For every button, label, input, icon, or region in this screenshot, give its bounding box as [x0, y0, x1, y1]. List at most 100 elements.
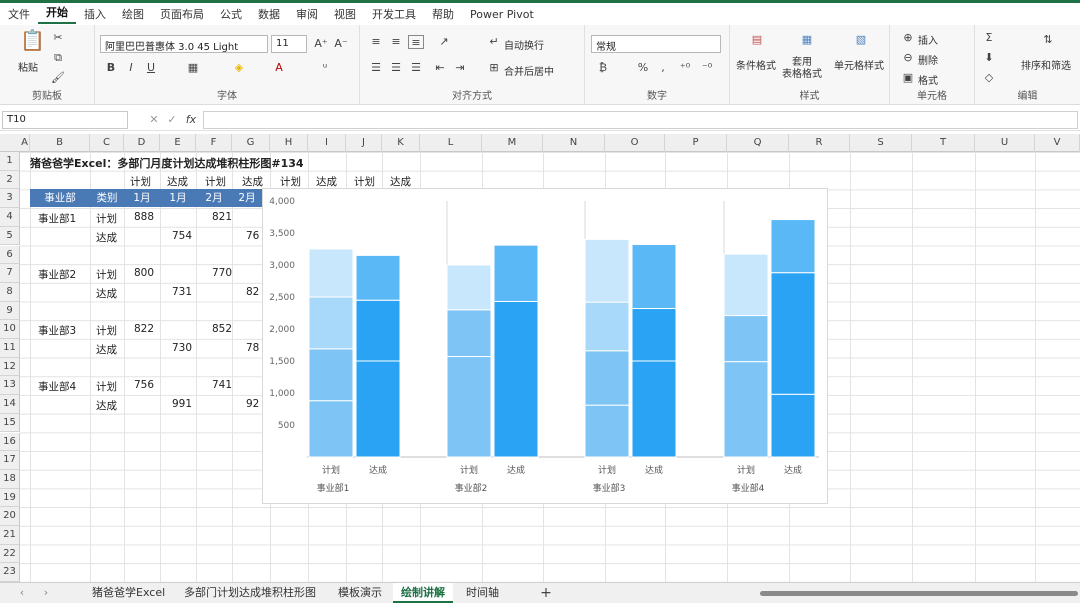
delete-cells-icon[interactable]: ⊖	[900, 51, 916, 65]
row-header[interactable]: 4	[0, 208, 20, 227]
sort-filter-button[interactable]: 排序和筛选	[1021, 57, 1071, 72]
column-header[interactable]: R	[789, 134, 850, 152]
delete-cells-button[interactable]: 删除	[918, 52, 938, 67]
decrease-font-icon[interactable]: A⁻	[333, 37, 349, 51]
horizontal-scrollbar[interactable]	[760, 591, 1078, 596]
format-cells-icon[interactable]: ▣	[900, 71, 916, 85]
row-header[interactable]: 20	[0, 507, 20, 526]
border-icon[interactable]: ▦	[185, 61, 201, 75]
italic-icon[interactable]: I	[123, 61, 139, 75]
fill-color-icon[interactable]: ◈	[231, 61, 247, 75]
merge-center-icon[interactable]: ⊞	[486, 61, 502, 75]
column-header[interactable]: H	[270, 134, 308, 152]
cell-style-icon[interactable]: ▧	[850, 33, 872, 51]
row-header[interactable]: 7	[0, 264, 20, 283]
fill-icon[interactable]: ⬇	[981, 51, 997, 65]
underline-icon[interactable]: U	[143, 61, 159, 75]
increase-decimal-icon[interactable]: ⁺⁰	[677, 61, 693, 75]
row-header[interactable]: 6	[0, 245, 20, 265]
column-header[interactable]: B	[30, 134, 90, 152]
fx-icon[interactable]: fx	[183, 113, 199, 127]
align-top-icon[interactable]: ≡	[368, 35, 384, 49]
column-header[interactable]: N	[543, 134, 605, 152]
percent-icon[interactable]: %	[635, 61, 651, 75]
row-header[interactable]: 10	[0, 320, 20, 339]
tab-prev-icon[interactable]: ‹	[14, 586, 30, 600]
copy-icon[interactable]: ⧉	[50, 51, 66, 65]
insert-cells-button[interactable]: 插入	[918, 32, 938, 47]
orientation-icon[interactable]: ↗	[436, 35, 452, 49]
column-header[interactable]: T	[912, 134, 975, 152]
column-header[interactable]: I	[308, 134, 346, 152]
column-header[interactable]: O	[605, 134, 665, 152]
column-header[interactable]: F	[196, 134, 232, 152]
column-header[interactable]: L	[420, 134, 482, 152]
table-format-icon[interactable]: ▦	[796, 33, 818, 51]
menu-item[interactable]: 插入	[76, 6, 114, 22]
menu-item[interactable]: 数据	[250, 6, 288, 22]
column-header[interactable]: K	[382, 134, 420, 152]
paste-button[interactable]: 粘贴	[18, 59, 38, 74]
autosum-icon[interactable]: Σ	[981, 31, 997, 45]
add-sheet-icon[interactable]: +	[538, 586, 554, 600]
stacked-column-chart[interactable]: 4,000 3,500 3,000 2,500 2,000 1,500 1,000 500 计划…	[262, 188, 828, 504]
row-header[interactable]: 11	[0, 339, 20, 358]
row-header[interactable]: 14	[0, 395, 20, 414]
menu-item[interactable]: 视图	[326, 6, 364, 22]
row-header[interactable]: 5	[0, 226, 20, 246]
cancel-icon[interactable]: ✕	[146, 113, 162, 127]
currency-icon[interactable]: ₿	[595, 61, 611, 75]
row-header[interactable]: 2	[0, 170, 20, 190]
column-header[interactable]: C	[90, 134, 124, 152]
name-box[interactable]: T10	[2, 111, 128, 129]
column-header[interactable]: E	[160, 134, 196, 152]
menu-item[interactable]: 公式	[212, 6, 250, 22]
row-header[interactable]: 15	[0, 413, 20, 433]
menu-item[interactable]: Power Pivot	[462, 8, 542, 21]
insert-cells-icon[interactable]: ⊕	[900, 31, 916, 45]
bold-icon[interactable]: B	[103, 61, 119, 75]
row-header[interactable]: 22	[0, 544, 20, 564]
wrap-text-icon[interactable]: ↵	[486, 35, 502, 49]
sheet-tab[interactable]: 绘制讲解	[393, 583, 453, 603]
sheet-tab[interactable]: 时间轴	[458, 583, 507, 603]
font-size-select[interactable]: 11	[271, 35, 307, 53]
conditional-format-icon[interactable]: ▤	[746, 33, 768, 51]
sort-filter-icon[interactable]: ⇅	[1037, 33, 1059, 51]
column-header[interactable]: A	[20, 134, 30, 152]
row-header[interactable]: 18	[0, 469, 20, 489]
align-center-icon[interactable]: ☰	[388, 61, 404, 75]
conditional-format-button[interactable]: 条件格式	[736, 57, 776, 72]
row-header[interactable]: 9	[0, 301, 20, 321]
row-header[interactable]: 17	[0, 451, 20, 470]
column-header[interactable]: P	[665, 134, 727, 152]
row-header[interactable]: 12	[0, 357, 20, 377]
sheet-tab[interactable]: 猪爸爸学Excel	[84, 583, 173, 603]
increase-indent-icon[interactable]: ⇥	[452, 61, 468, 75]
formula-input[interactable]	[203, 111, 1078, 129]
cut-icon[interactable]: ✂	[50, 31, 66, 45]
menu-item[interactable]: 开始	[38, 4, 76, 24]
table-format-button[interactable]: 套用 表格格式	[782, 57, 822, 81]
clear-icon[interactable]: ◇	[981, 71, 997, 85]
align-bottom-icon[interactable]: ≡	[408, 35, 424, 49]
row-header[interactable]: 3	[0, 189, 20, 209]
increase-font-icon[interactable]: A⁺	[313, 37, 329, 51]
menu-item[interactable]: 文件	[0, 6, 38, 22]
font-name-select[interactable]: 阿里巴巴普惠体 3.0 45 Light	[100, 35, 268, 53]
menu-item[interactable]: 帮助	[424, 6, 462, 22]
menu-item[interactable]: 绘图	[114, 6, 152, 22]
row-header[interactable]: 19	[0, 488, 20, 508]
column-header[interactable]: U	[975, 134, 1035, 152]
row-header[interactable]: 8	[0, 282, 20, 302]
row-header[interactable]: 21	[0, 526, 20, 545]
paste-icon[interactable]: 📋	[20, 30, 45, 55]
row-header[interactable]: 16	[0, 432, 20, 452]
menu-item[interactable]: 审阅	[288, 6, 326, 22]
column-header[interactable]: G	[232, 134, 270, 152]
column-header[interactable]: M	[482, 134, 543, 152]
merge-center-button[interactable]: 合并后居中	[504, 63, 554, 78]
row-header[interactable]: 13	[0, 376, 20, 396]
sheet-tab[interactable]: 多部门计划达成堆积柱形图	[176, 583, 324, 603]
wrap-text-button[interactable]: 自动换行	[504, 37, 544, 52]
